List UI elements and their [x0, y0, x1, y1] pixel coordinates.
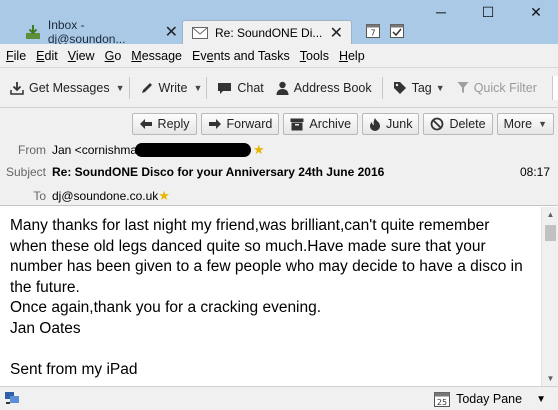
title-bar: Inbox - dj@soundon... ✕ Re: SoundONE Di.… — [0, 0, 558, 46]
maximize-button[interactable]: ☐ — [478, 4, 498, 20]
menu-go[interactable]: Go — [105, 49, 122, 63]
from-label: From — [18, 143, 46, 157]
chat-button[interactable]: Chat — [211, 75, 269, 101]
junk-button[interactable]: Junk — [362, 113, 420, 135]
prohibited-icon — [430, 117, 444, 131]
tab-inbox[interactable]: Inbox - dj@soundon... ✕ — [6, 18, 182, 46]
tag-icon — [393, 81, 407, 95]
toolbar-divider — [128, 76, 130, 99]
message-time: 08:17 — [519, 165, 550, 179]
to-row: To dj@soundone.co.uk ★ — [0, 188, 170, 204]
menu-message[interactable]: Message — [131, 49, 182, 63]
scroll-down-arrow[interactable]: ▼ — [542, 374, 558, 383]
get-messages-dropdown[interactable]: ▼ — [116, 83, 125, 93]
flame-icon — [369, 117, 381, 131]
envelope-icon — [191, 25, 209, 41]
today-pane-button[interactable]: 25 Today Pane ▼ — [434, 391, 546, 407]
menu-bar: File Edit View Go Message Events and Tas… — [0, 44, 558, 68]
tab-message[interactable]: Re: SoundONE Di... ✕ — [182, 20, 352, 44]
menu-help[interactable]: Help — [339, 49, 365, 63]
pencil-icon — [140, 81, 154, 95]
scroll-thumb[interactable] — [545, 225, 556, 241]
connection-status-icon[interactable] — [4, 391, 20, 408]
archive-button[interactable]: Archive — [283, 113, 359, 135]
tag-button[interactable]: Tag ▼ — [387, 75, 451, 101]
subject-label: Subject — [5, 165, 46, 179]
svg-text:7: 7 — [370, 29, 375, 38]
close-icon[interactable]: ✕ — [330, 23, 343, 43]
tab-label: Re: SoundONE Di... — [215, 25, 323, 40]
star-icon[interactable]: ★ — [158, 188, 170, 204]
vertical-scrollbar[interactable]: ▲ ▼ — [541, 207, 558, 386]
message-header: Reply Forward Archive Junk Delete More ▼… — [0, 108, 558, 206]
calendar-icon: 25 — [434, 391, 451, 407]
menu-tools[interactable]: Tools — [300, 49, 329, 63]
close-icon[interactable]: ✕ — [165, 22, 178, 42]
chat-bubble-icon — [217, 81, 232, 95]
get-messages-button[interactable]: Get Messages — [0, 75, 116, 101]
tab-label: Inbox - dj@soundon... — [47, 18, 126, 46]
from-row: From Jan <cornishma ★ — [0, 142, 265, 158]
write-dropdown[interactable]: ▼ — [193, 83, 202, 93]
toolbar-divider — [206, 76, 208, 99]
delete-button[interactable]: Delete — [423, 113, 493, 135]
inbox-download-icon — [24, 24, 42, 40]
toolbar-divider — [381, 76, 383, 99]
close-window-button[interactable]: ✕ — [526, 4, 546, 20]
menu-events-and-tasks[interactable]: Events and Tasks — [192, 49, 290, 63]
menu-edit[interactable]: Edit — [36, 49, 58, 63]
menu-file[interactable]: File — [6, 49, 26, 63]
filter-icon — [457, 81, 469, 94]
tasks-tab-icon[interactable] — [390, 22, 406, 40]
message-body: Many thanks for last night my friend,was… — [0, 207, 541, 386]
quick-filter-button[interactable]: Quick Filter — [451, 75, 543, 101]
chevron-down-icon: ▼ — [538, 119, 547, 129]
menu-view[interactable]: View — [68, 49, 95, 63]
download-icon — [10, 81, 24, 95]
forward-arrow-icon — [208, 118, 222, 130]
address-book-button[interactable]: Address Book — [270, 75, 378, 101]
archive-box-icon — [290, 118, 304, 131]
reply-button[interactable]: Reply — [131, 113, 197, 135]
to-label: To — [33, 189, 46, 203]
subject-row: Subject Re: SoundONE Disco for your Anni… — [0, 165, 384, 179]
minimize-button[interactable]: ─ — [431, 4, 451, 20]
to-value[interactable]: dj@soundone.co.uk — [52, 189, 158, 203]
more-button[interactable]: More ▼ — [496, 113, 554, 135]
search-field-edge[interactable] — [552, 76, 558, 100]
redaction-mark — [135, 143, 252, 157]
chevron-down-icon: ▼ — [536, 393, 546, 405]
star-icon[interactable]: ★ — [253, 142, 265, 158]
person-icon — [276, 81, 289, 95]
calendar-tab-icon[interactable]: 7 — [366, 22, 382, 40]
status-bar: 25 Today Pane ▼ — [0, 386, 558, 410]
reply-arrow-icon — [139, 118, 153, 130]
chevron-down-icon: ▼ — [435, 82, 445, 93]
from-value[interactable]: Jan <cornishma — [52, 143, 137, 157]
write-button[interactable]: Write — [134, 75, 194, 101]
main-toolbar: Get Messages ▼ Write ▼ Chat Address Book… — [0, 68, 558, 108]
svg-text:25: 25 — [437, 398, 447, 407]
scroll-up-arrow[interactable]: ▲ — [542, 210, 558, 219]
forward-button[interactable]: Forward — [200, 113, 280, 135]
subject-value: Re: SoundONE Disco for your Anniversary … — [52, 165, 385, 179]
header-buttons: Reply Forward Archive Junk Delete More ▼ — [128, 113, 554, 135]
